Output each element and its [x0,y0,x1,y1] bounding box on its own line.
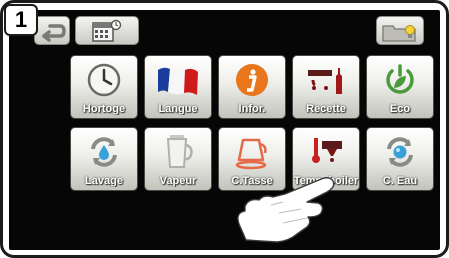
pointing-hand-icon [237,177,335,243]
step-badge: 1 [4,4,38,36]
control-screen: Hortoge Langue Infor. Recette Eco Lavage… [9,10,440,250]
